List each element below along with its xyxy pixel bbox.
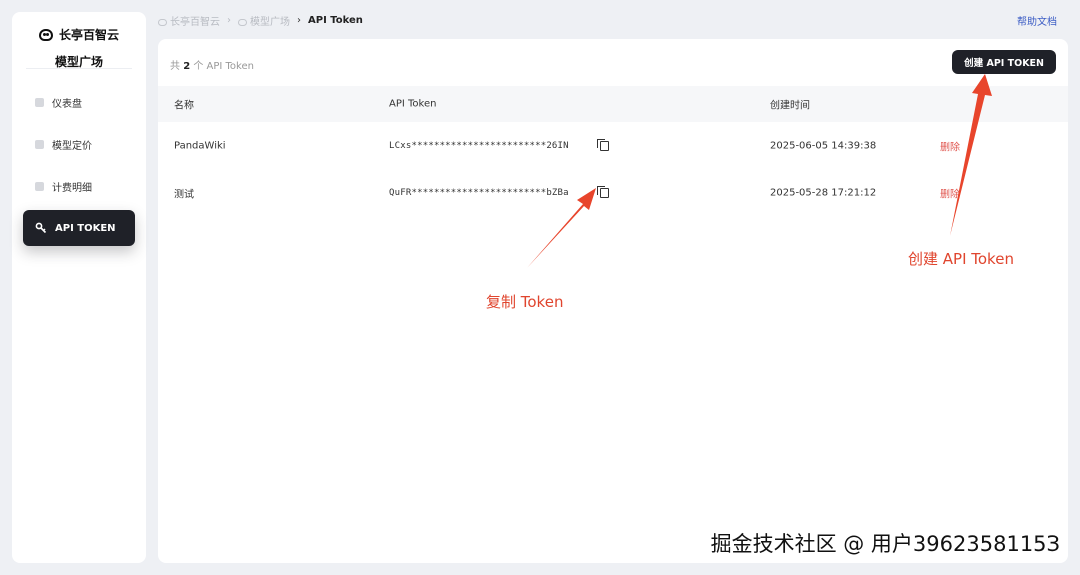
- table-row: PandaWiki LCxs************************26…: [158, 122, 1068, 169]
- brand-logo-icon: [38, 28, 53, 41]
- column-header-created: 创建时间: [770, 100, 810, 112]
- token-name: 测试: [174, 189, 194, 200]
- watermark: 掘金技术社区 @ 用户3962358115З: [710, 532, 1060, 556]
- breadcrumb-section[interactable]: 模型广场: [238, 13, 290, 28]
- column-header-token: API Token: [389, 98, 437, 110]
- help-docs-link[interactable]: 帮助文档: [1017, 13, 1057, 28]
- count-suffix: 个 API Token: [193, 61, 254, 72]
- count-prefix: 共: [170, 61, 180, 72]
- brand-row: 长亭百智云: [38, 26, 119, 43]
- sidebar-item-dashboard[interactable]: 仪表盘: [23, 84, 135, 120]
- token-value: QuFR************************bZBa: [389, 187, 569, 198]
- count-value: 2: [183, 61, 191, 72]
- sidebar-item-api-token[interactable]: API TOKEN: [23, 210, 135, 246]
- annotation-create-token: 创建 API Token: [908, 250, 1014, 268]
- brand: 长亭百智云 模型广场: [26, 12, 132, 69]
- breadcrumb-home-label: 长亭百智云: [170, 17, 220, 28]
- sidebar-nav: 仪表盘 模型定价 计费明细 API TOKEN: [12, 84, 146, 246]
- sidebar: 长亭百智云 模型广场 仪表盘 模型定价 计费明细 API TOKEN: [12, 12, 146, 563]
- sidebar-item-label: API TOKEN: [55, 222, 116, 234]
- token-value: LCxs************************26IN: [389, 140, 569, 151]
- sidebar-item-label: 计费明细: [52, 182, 92, 194]
- copy-icon[interactable]: [597, 138, 609, 151]
- sidebar-item-label: 仪表盘: [52, 98, 82, 110]
- token-count: 共 2 个 API Token: [170, 57, 254, 72]
- create-api-token-button[interactable]: 创建 API TOKEN: [952, 50, 1056, 74]
- token-created: 2025-05-28 17:21:12: [770, 187, 877, 198]
- panel-header: 共 2 个 API Token 创建 API TOKEN: [158, 39, 1068, 86]
- delete-button[interactable]: 删除: [940, 185, 960, 200]
- table-header: 名称 API Token 创建时间: [158, 86, 1068, 122]
- column-header-name: 名称: [174, 100, 194, 112]
- dashboard-icon: [35, 97, 44, 107]
- receipt-icon: [35, 181, 44, 191]
- token-created: 2025-06-05 14:39:38: [770, 140, 877, 151]
- key-icon: [35, 222, 47, 234]
- table-row: 测试 QuFR************************bZBa 2025…: [158, 169, 1068, 216]
- delete-button[interactable]: 删除: [940, 138, 960, 153]
- breadcrumb-section-label: 模型广场: [250, 17, 290, 28]
- token-panel: 共 2 个 API Token 创建 API TOKEN 名称 API Toke…: [158, 39, 1068, 563]
- chevron-right-icon: ›: [297, 15, 301, 26]
- sidebar-item-label: 模型定价: [52, 140, 92, 152]
- annotation-copy-token: 复制 Token: [486, 293, 564, 311]
- token-name: PandaWiki: [174, 140, 226, 151]
- breadcrumb-home[interactable]: 长亭百智云: [158, 13, 220, 28]
- model-icon: [238, 18, 247, 26]
- copy-icon[interactable]: [597, 185, 609, 198]
- breadcrumb: 长亭百智云 › 模型广场 › API Token: [158, 13, 363, 28]
- breadcrumb-current: API Token: [308, 15, 363, 26]
- brand-name: 长亭百智云: [58, 28, 119, 42]
- cloud-icon: [158, 18, 167, 26]
- brand-subtitle: 模型广场: [54, 55, 103, 69]
- cube-icon: [35, 139, 44, 149]
- sidebar-item-billing[interactable]: 计费明细: [23, 168, 135, 204]
- chevron-right-icon: ›: [227, 15, 231, 26]
- sidebar-item-model-pricing[interactable]: 模型定价: [23, 126, 135, 162]
